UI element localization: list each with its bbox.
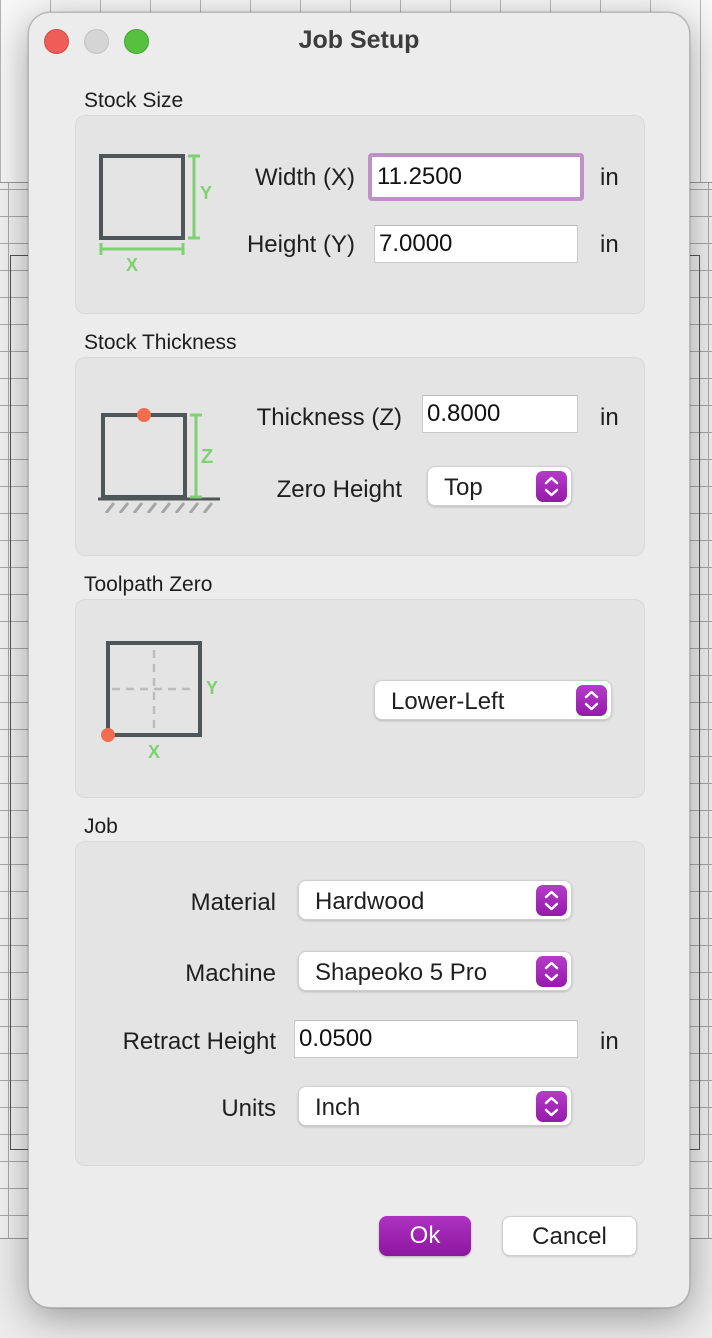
retract-height-input[interactable] [294, 1020, 578, 1058]
stock-size-diagram-icon: Y X [99, 154, 212, 271]
machine-label: Machine [185, 960, 276, 987]
job-group: Material Hardwood Machine Shapeoko 5 Pro… [75, 841, 645, 1166]
zero-height-popup[interactable]: Top [427, 466, 572, 506]
stock-size-group: Y X Width (X) in Height (Y) in [75, 115, 645, 314]
height-label: Height (Y) [246, 231, 355, 258]
toolpath-zero-stepper-icon [576, 685, 607, 716]
machine-popup[interactable]: Shapeoko 5 Pro [298, 951, 572, 991]
stock-thickness-heading: Stock Thickness [84, 331, 237, 354]
material-value: Hardwood [315, 888, 425, 915]
units-label: Units [221, 1095, 276, 1122]
height-input[interactable] [374, 225, 578, 263]
ok-button[interactable]: Ok [379, 1216, 471, 1256]
zero-height-value: Top [444, 474, 483, 501]
stock-size-y-marker: Y [200, 183, 212, 203]
zero-height-label: Zero Height [276, 476, 402, 503]
units-stepper-icon [536, 1091, 567, 1122]
width-label: Width (X) [254, 164, 355, 191]
toolpath-zero-heading: Toolpath Zero [84, 573, 213, 596]
cancel-button[interactable]: Cancel [502, 1216, 637, 1256]
units-popup[interactable]: Inch [298, 1086, 572, 1126]
stock-size-x-marker: X [126, 255, 138, 271]
stock-thickness-z-marker: Z [201, 446, 213, 468]
toolpath-zero-group: Y X Lower-Left [75, 599, 645, 798]
thickness-label: Thickness (Z) [256, 404, 402, 431]
toolpath-zero-x-marker: X [148, 742, 160, 762]
retract-height-unit: in [600, 1028, 619, 1055]
material-label: Material [190, 889, 276, 916]
toolpath-zero-popup[interactable]: Lower-Left [374, 680, 612, 720]
width-input[interactable] [368, 153, 584, 201]
thickness-unit: in [600, 404, 619, 431]
retract-height-label: Retract Height [122, 1028, 276, 1055]
title-bar[interactable]: Job Setup [29, 13, 689, 69]
stock-thickness-diagram-icon: Z [98, 408, 220, 513]
job-setup-dialog: Job Setup Stock Size Y X Width (X) in He… [28, 12, 690, 1308]
machine-value: Shapeoko 5 Pro [315, 959, 488, 986]
width-unit: in [600, 164, 619, 191]
toolpath-zero-y-marker: Y [206, 678, 218, 698]
height-unit: in [600, 231, 619, 258]
job-heading: Job [84, 815, 118, 838]
thickness-input[interactable] [422, 395, 578, 433]
toolpath-zero-diagram-icon: Y X [101, 641, 218, 762]
units-value: Inch [315, 1094, 361, 1121]
toolpath-zero-value: Lower-Left [391, 688, 505, 715]
window-title: Job Setup [298, 26, 420, 54]
material-popup[interactable]: Hardwood [298, 880, 572, 920]
material-stepper-icon [536, 885, 567, 916]
stock-size-heading: Stock Size [84, 89, 184, 112]
zero-height-stepper-icon [536, 471, 567, 502]
stock-thickness-group: Z Thickness (Z) in Zero Height Top [75, 357, 645, 556]
machine-stepper-icon [536, 956, 567, 987]
